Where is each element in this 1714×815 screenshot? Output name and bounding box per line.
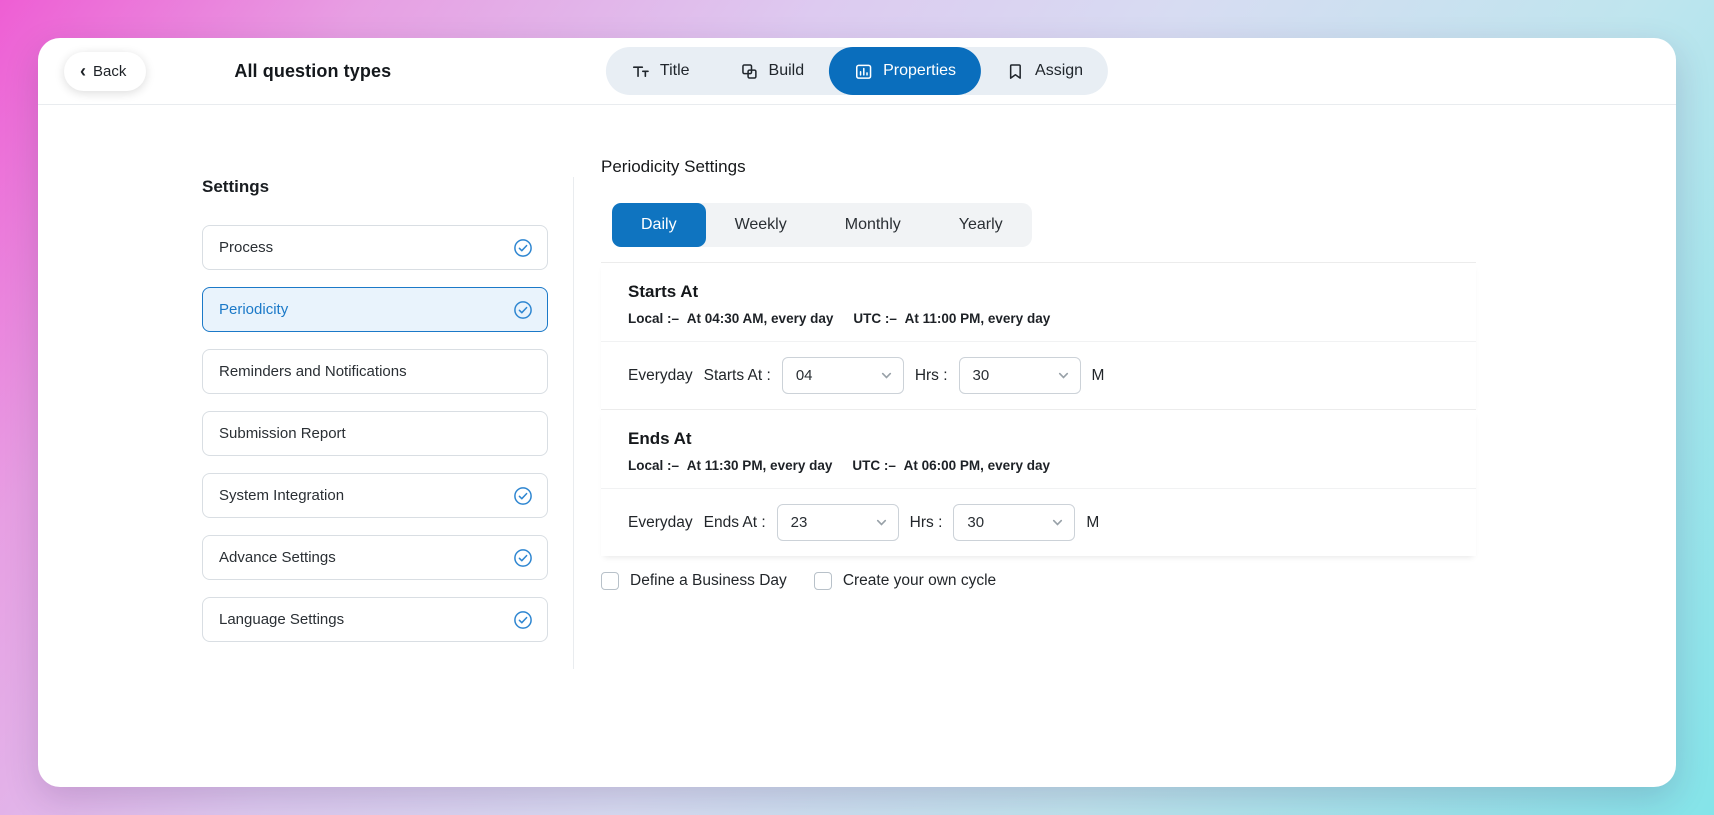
ends-at-row: Everyday Ends At : 23 Hrs : 30: [601, 488, 1476, 556]
sidebar-item-reminders-notifications[interactable]: Reminders and Notifications: [202, 349, 548, 394]
sidebar-item-label: Process: [219, 239, 273, 256]
sidebar-item-label: Reminders and Notifications: [219, 363, 407, 380]
ends-hour-select[interactable]: 23: [777, 504, 899, 541]
create-own-cycle-label: Create your own cycle: [843, 572, 996, 590]
check-circle-icon: [513, 548, 533, 568]
assign-icon: [1006, 62, 1025, 81]
main-card: ‹ Back All question types Title Buil: [38, 38, 1676, 787]
sidebar-item-advance-settings[interactable]: Advance Settings: [202, 535, 548, 580]
hrs-label: Hrs :: [915, 367, 948, 385]
ends-utc-summary: UTC :– At 06:00 PM, every day: [852, 458, 1050, 473]
tab-properties-label: Properties: [883, 62, 956, 80]
panel-heading: Periodicity Settings: [601, 157, 1476, 177]
back-button[interactable]: ‹ Back: [64, 52, 146, 91]
tab-build[interactable]: Build: [715, 47, 830, 95]
starts-hour-select[interactable]: 04: [782, 357, 904, 394]
tab-monthly[interactable]: Monthly: [816, 203, 930, 247]
period-tab-group: Daily Weekly Monthly Yearly: [612, 203, 1032, 247]
sidebar-item-language-settings[interactable]: Language Settings: [202, 597, 548, 642]
tab-weekly[interactable]: Weekly: [706, 203, 816, 247]
header-bar: ‹ Back All question types Title Buil: [38, 38, 1676, 105]
ends-hour-value: 23: [791, 514, 808, 531]
periodicity-panel: Periodicity Settings Daily Weekly Monthl…: [574, 105, 1476, 685]
header-tab-group: Title Build Properties: [606, 47, 1108, 95]
starts-hour-value: 04: [796, 367, 813, 384]
local-value: At 04:30 AM, every day: [687, 311, 834, 326]
settings-sidebar: Settings Process Periodicity: [202, 105, 574, 685]
ends-at-field-label: Ends At :: [704, 514, 766, 532]
ends-local-summary: Local :– At 11:30 PM, every day: [628, 458, 832, 473]
build-icon: [740, 62, 759, 81]
starts-minute-value: 30: [973, 367, 990, 384]
utc-value: At 11:00 PM, every day: [905, 311, 1051, 326]
check-circle-icon: [513, 610, 533, 630]
title-icon: [631, 62, 650, 81]
define-business-day-checkbox[interactable]: [601, 572, 619, 590]
ends-minute-select[interactable]: 30: [953, 504, 1075, 541]
create-own-cycle-option[interactable]: Create your own cycle: [814, 572, 996, 590]
starts-minute-select[interactable]: 30: [959, 357, 1081, 394]
tab-properties[interactable]: Properties: [829, 47, 981, 95]
tab-daily[interactable]: Daily: [612, 203, 706, 247]
tab-title[interactable]: Title: [606, 47, 715, 95]
cycle-options: Define a Business Day Create your own cy…: [601, 572, 1476, 590]
define-business-day-label: Define a Business Day: [630, 572, 787, 590]
sidebar-item-process[interactable]: Process: [202, 225, 548, 270]
chevron-down-icon: [875, 516, 888, 529]
sidebar-item-label: Periodicity: [219, 301, 288, 318]
check-circle-icon: [513, 486, 533, 506]
local-label: Local :–: [628, 311, 679, 326]
tab-build-label: Build: [769, 62, 805, 80]
starts-at-title: Starts At: [628, 282, 1476, 302]
chevron-down-icon: [1051, 516, 1064, 529]
utc-label: UTC :–: [853, 311, 897, 326]
tab-title-label: Title: [660, 62, 690, 80]
sidebar-item-periodicity[interactable]: Periodicity: [202, 287, 548, 332]
check-circle-icon: [513, 300, 533, 320]
hrs-label: Hrs :: [910, 514, 943, 532]
ends-at-title: Ends At: [628, 429, 1476, 449]
check-circle-icon: [513, 238, 533, 258]
minute-unit-label: M: [1092, 367, 1105, 385]
tab-yearly[interactable]: Yearly: [930, 203, 1032, 247]
create-own-cycle-checkbox[interactable]: [814, 572, 832, 590]
starts-at-section: Starts At Local :– At 04:30 AM, every da…: [601, 262, 1476, 409]
ends-minute-value: 30: [967, 514, 984, 531]
sidebar-item-label: Submission Report: [219, 425, 346, 442]
tab-assign[interactable]: Assign: [981, 47, 1108, 95]
starts-at-row: Everyday Starts At : 04 Hrs : 30: [601, 341, 1476, 409]
everyday-label: Everyday: [628, 514, 693, 532]
utc-label: UTC :–: [852, 458, 896, 473]
chevron-left-icon: ‹: [80, 65, 86, 77]
sidebar-heading: Settings: [202, 177, 548, 197]
properties-icon: [854, 62, 873, 81]
starts-utc-summary: UTC :– At 11:00 PM, every day: [853, 311, 1050, 326]
local-label: Local :–: [628, 458, 679, 473]
tab-assign-label: Assign: [1035, 62, 1083, 80]
content-area: Settings Process Periodicity: [38, 105, 1676, 685]
starts-at-field-label: Starts At :: [704, 367, 771, 385]
sidebar-item-system-integration[interactable]: System Integration: [202, 473, 548, 518]
chevron-down-icon: [880, 369, 893, 382]
local-value: At 11:30 PM, every day: [687, 458, 833, 473]
page-title: All question types: [234, 61, 391, 82]
ends-at-section: Ends At Local :– At 11:30 PM, every day …: [601, 409, 1476, 556]
sidebar-item-label: Advance Settings: [219, 549, 336, 566]
minute-unit-label: M: [1086, 514, 1099, 532]
chevron-down-icon: [1057, 369, 1070, 382]
sidebar-item-label: System Integration: [219, 487, 344, 504]
define-business-day-option[interactable]: Define a Business Day: [601, 572, 787, 590]
everyday-label: Everyday: [628, 367, 693, 385]
starts-local-summary: Local :– At 04:30 AM, every day: [628, 311, 833, 326]
back-button-label: Back: [93, 63, 126, 80]
sidebar-item-label: Language Settings: [219, 611, 344, 628]
utc-value: At 06:00 PM, every day: [904, 458, 1050, 473]
sidebar-item-submission-report[interactable]: Submission Report: [202, 411, 548, 456]
